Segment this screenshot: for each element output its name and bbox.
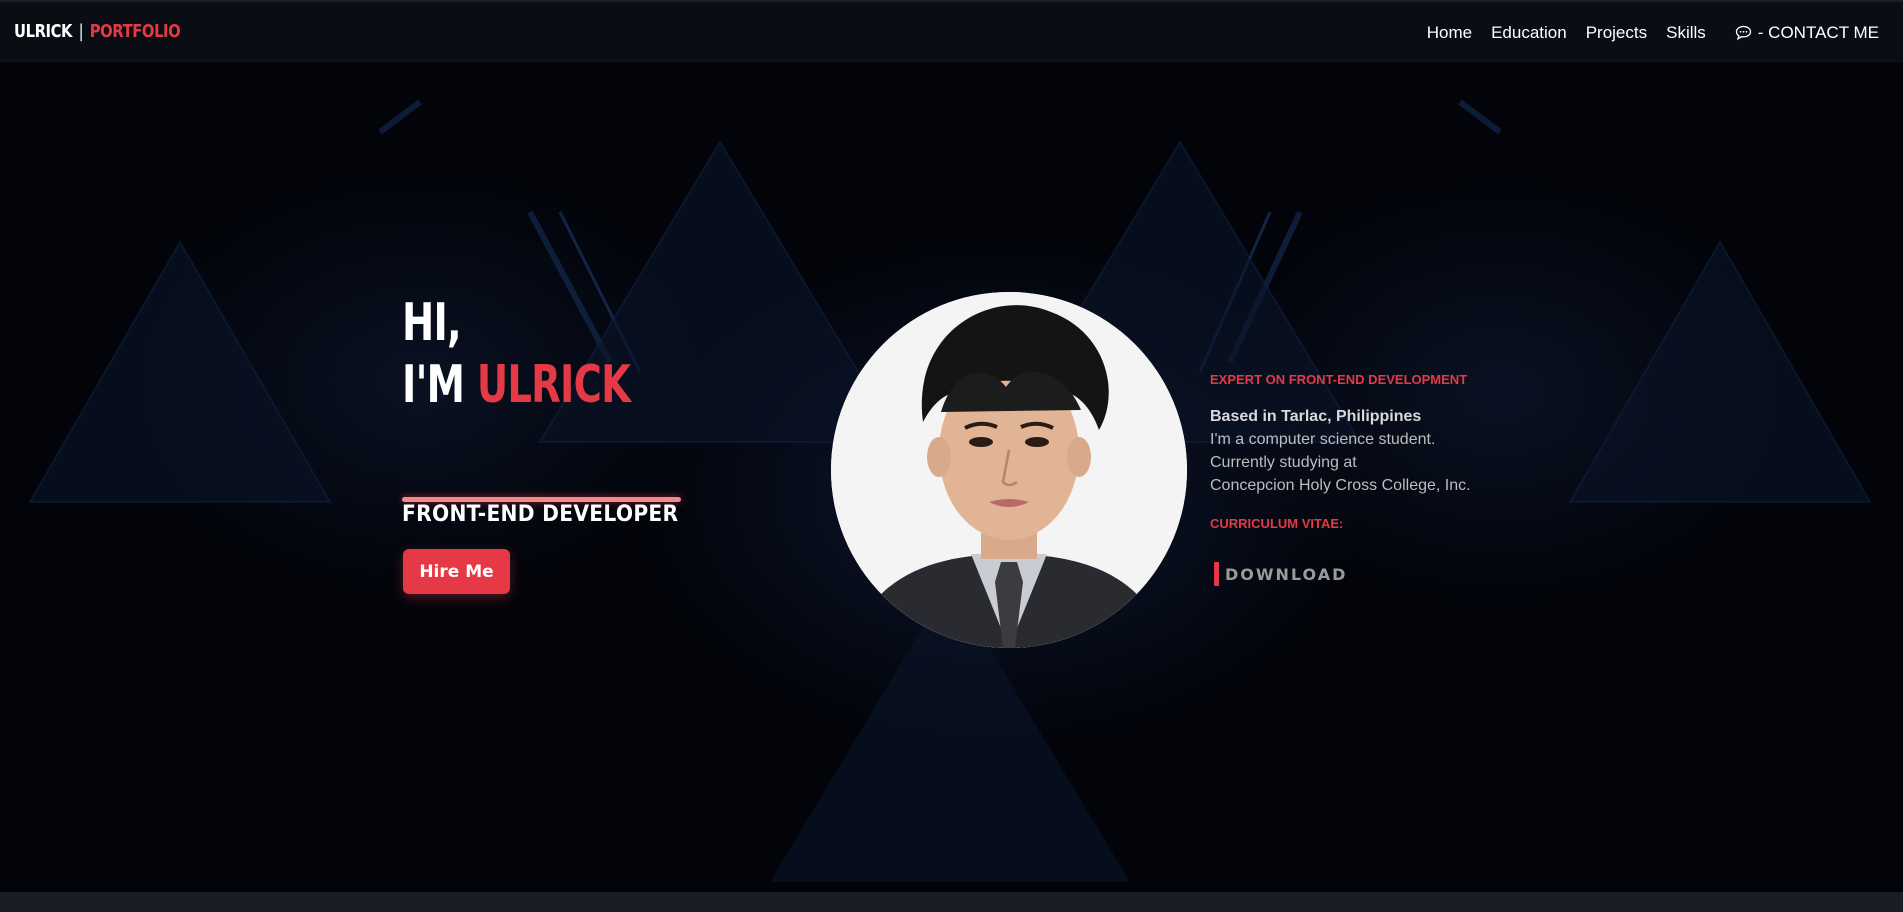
hero-greeting: HI, I'M ULRICK [402, 292, 631, 416]
profile-photo [831, 292, 1187, 648]
greeting-line-1: HI, [402, 293, 462, 353]
logo-separator: | [78, 21, 84, 42]
nav-home[interactable]: Home [1427, 23, 1472, 43]
logo-portfolio: PORTFOLIO [89, 21, 181, 42]
nav-skills[interactable]: Skills [1666, 23, 1706, 43]
chat-bubble-icon [1735, 25, 1751, 41]
bio-line-1: I'm a computer science student. [1210, 431, 1436, 448]
bio-line-2: Currently studying at [1210, 454, 1357, 471]
nav-education[interactable]: Education [1491, 23, 1567, 43]
greeting-line-2: I'M ULRICK [402, 354, 631, 416]
download-label: DOWNLOAD [1225, 564, 1348, 584]
role-title: FRONT-END DEVELOPER [402, 502, 679, 527]
bottom-strip [0, 892, 1903, 912]
expertise-label: EXPERT ON FRONT-END DEVELOPMENT [1210, 372, 1468, 387]
download-accent-bar [1214, 562, 1219, 586]
nav-projects[interactable]: Projects [1586, 23, 1647, 43]
location-text: Based in Tarlac, Philippines [1210, 408, 1422, 425]
top-navbar: ULRICK | PORTFOLIO Home Education Projec… [0, 0, 1903, 62]
logo-name: ULRICK [14, 21, 73, 42]
cv-label: CURRICULUM VITAE: [1210, 516, 1344, 531]
download-cv-button[interactable]: DOWNLOAD [1214, 562, 1347, 586]
contact-me-label: - CONTACT ME [1757, 23, 1879, 42]
site-logo[interactable]: ULRICK | PORTFOLIO [14, 21, 181, 42]
hire-me-button[interactable]: Hire Me [403, 549, 510, 594]
greeting-name: ULRICK [476, 355, 631, 415]
greeting-prefix: I'M [402, 355, 477, 415]
contact-me-link[interactable]: - CONTACT ME [1735, 23, 1879, 43]
main-nav: Home Education Projects Skills - CONTACT… [1427, 23, 1879, 43]
bio-line-3: Concepcion Holy Cross College, Inc. [1210, 477, 1471, 494]
